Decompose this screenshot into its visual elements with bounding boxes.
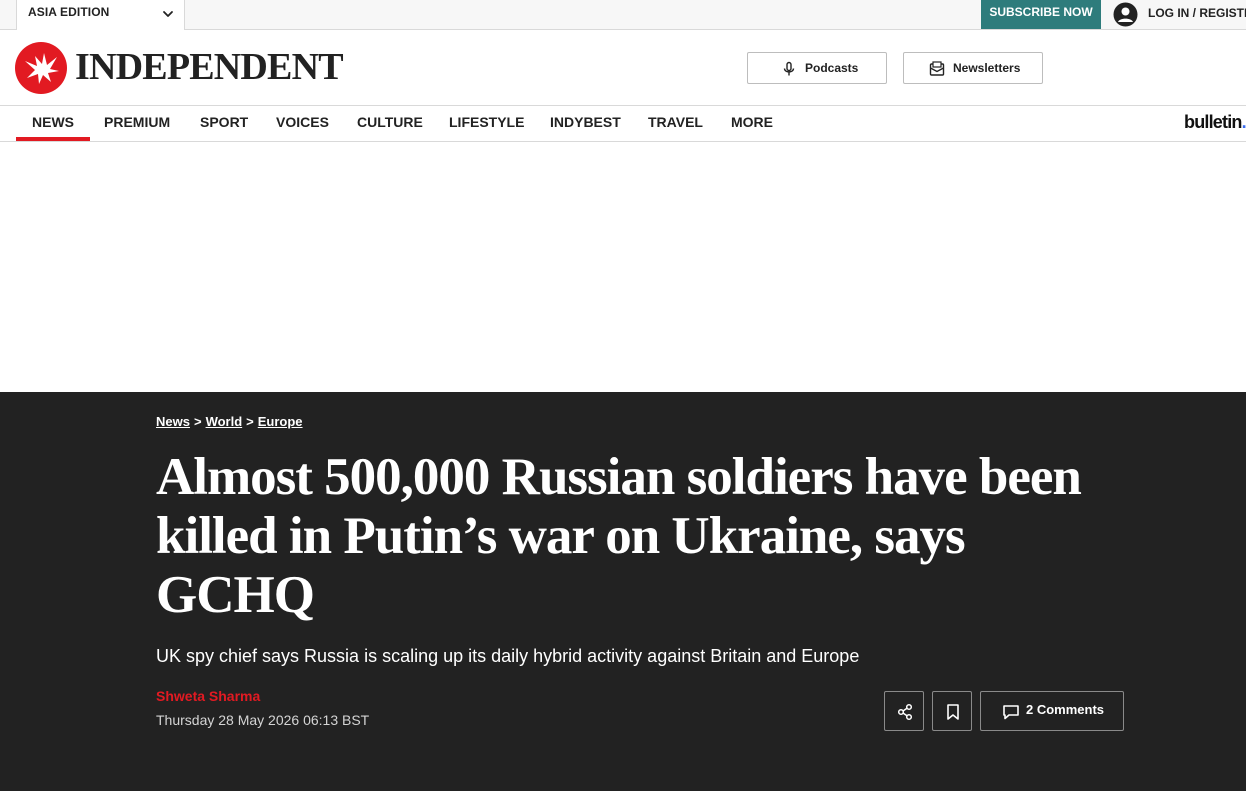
- breadcrumb-europe[interactable]: Europe: [258, 414, 303, 429]
- article-standfirst: UK spy chief says Russia is scaling up i…: [156, 646, 860, 666]
- site-logo-text[interactable]: INDEPENDENT: [75, 46, 344, 88]
- comments-button[interactable]: 2 Comments: [980, 691, 1124, 731]
- newsletters-button[interactable]: Newsletters: [903, 52, 1043, 84]
- author-link[interactable]: Shweta Sharma: [156, 688, 260, 704]
- breadcrumb-world[interactable]: World: [206, 414, 243, 429]
- nav-item-culture[interactable]: CULTURE: [357, 106, 423, 141]
- nav-item-news[interactable]: NEWS: [16, 106, 90, 141]
- article-hero: News > World > Europe Almost 500,000 Russian…: [0, 392, 1246, 791]
- comments-count: 2 Comments: [1026, 702, 1105, 717]
- nav-item-voices[interactable]: VOICES: [276, 106, 329, 141]
- bulletin-logo-dot: .: [1241, 112, 1246, 132]
- login-register-link[interactable]: LOG IN / REGISTER: [1113, 0, 1246, 29]
- nav-item-more[interactable]: MORE: [731, 106, 773, 141]
- masthead: INDEPENDENT Podcasts Newsletters: [0, 30, 1246, 106]
- bookmark-button[interactable]: [932, 691, 972, 731]
- share-icon: [897, 703, 913, 721]
- edition-label: ASIA EDITION: [28, 5, 110, 19]
- breadcrumb-separator: >: [246, 414, 254, 429]
- podcasts-label: Podcasts: [805, 61, 859, 75]
- breadcrumb: News > World > Europe: [156, 414, 303, 429]
- user-icon: [1113, 2, 1138, 27]
- publish-date: Thursday 28 May 2026 06:13 BST: [156, 712, 370, 728]
- nav-item-lifestyle[interactable]: LIFESTYLE: [449, 106, 524, 141]
- article-headline: Almost 500,000 Russian soldiers have bee…: [156, 448, 1082, 624]
- newsletters-label: Newsletters: [953, 61, 1021, 75]
- nav-item-sport[interactable]: SPORT: [200, 106, 248, 141]
- nav-item-premium[interactable]: PREMIUM: [104, 106, 170, 141]
- bookmark-icon: [947, 704, 959, 720]
- breadcrumb-separator: >: [193, 414, 202, 429]
- microphone-icon: [783, 61, 795, 76]
- share-button[interactable]: [884, 691, 924, 731]
- podcasts-button[interactable]: Podcasts: [747, 52, 887, 84]
- breadcrumb-news[interactable]: News: [156, 414, 190, 429]
- edition-selector[interactable]: ASIA EDITION: [16, 0, 185, 30]
- eagle-logo-icon[interactable]: [15, 42, 67, 94]
- bulletin-logo[interactable]: bulletin.: [1184, 112, 1246, 133]
- newsletter-icon: [929, 61, 945, 76]
- subscribe-button[interactable]: SUBSCRIBE NOW: [981, 0, 1101, 29]
- chevron-down-icon: [163, 11, 173, 17]
- comment-icon: [1003, 705, 1019, 720]
- bulletin-logo-text: bulletin: [1184, 112, 1242, 132]
- nav-item-travel[interactable]: TRAVEL: [648, 106, 703, 141]
- top-bar: ASIA EDITION SUBSCRIBE NOW LOG IN / REGI…: [0, 0, 1246, 30]
- nav-item-indybest[interactable]: INDYBEST: [550, 106, 621, 141]
- main-nav: NEWS PREMIUM SPORT VOICES CULTURE LIFEST…: [0, 106, 1246, 142]
- ad-slot: [0, 142, 1246, 392]
- login-label: LOG IN / REGISTER: [1148, 6, 1246, 20]
